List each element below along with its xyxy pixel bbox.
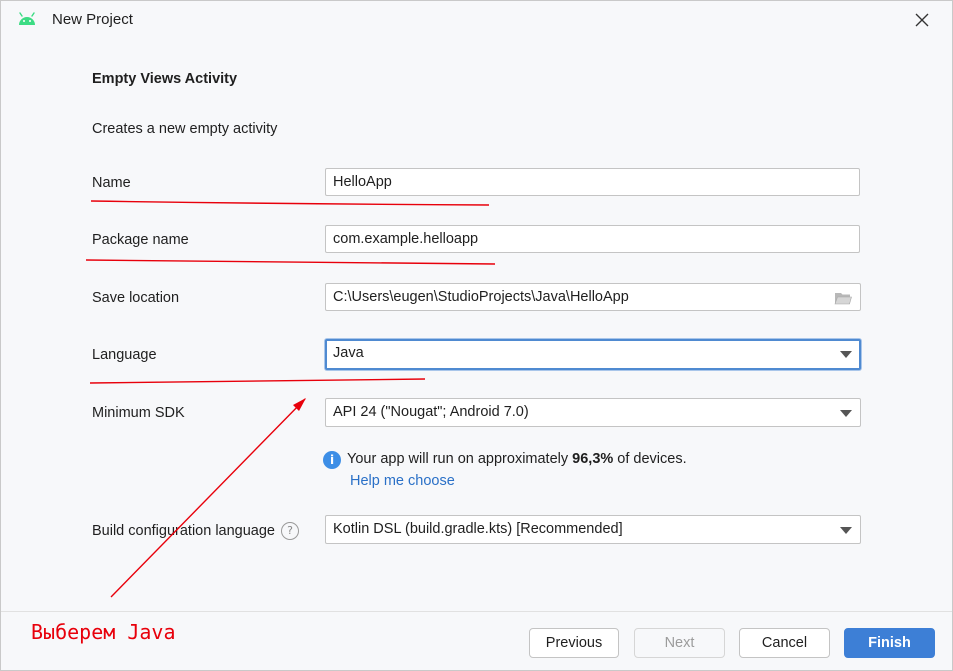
cancel-button[interactable]: Cancel xyxy=(739,628,830,658)
language-label: Language xyxy=(92,347,157,363)
name-label: Name xyxy=(92,175,131,191)
template-description: Creates a new empty activity xyxy=(92,121,278,137)
package-name-input[interactable] xyxy=(325,225,860,253)
android-icon xyxy=(19,12,35,25)
new-project-dialog: New Project Empty Views Activity Creates… xyxy=(0,0,953,671)
minimum-sdk-dropdown[interactable]: API 24 ("Nougat"; Android 7.0) xyxy=(325,398,861,427)
finish-button[interactable]: Finish xyxy=(844,628,935,658)
dialog-content: Empty Views Activity Creates a new empty… xyxy=(1,39,952,611)
chevron-down-icon xyxy=(840,527,852,534)
minimum-sdk-value: API 24 ("Nougat"; Android 7.0) xyxy=(333,404,529,420)
minimum-sdk-label: Minimum SDK xyxy=(92,405,185,421)
title-bar: New Project xyxy=(1,1,952,39)
previous-button[interactable]: Previous xyxy=(529,628,619,658)
save-location-field[interactable]: C:\Users\eugen\StudioProjects\Java\Hello… xyxy=(325,283,861,311)
close-icon xyxy=(915,13,929,27)
help-icon[interactable]: ? xyxy=(281,522,299,540)
build-config-label: Build configuration language? xyxy=(92,522,299,540)
annotation-text: Выберем Java xyxy=(31,620,176,644)
next-button[interactable]: Next xyxy=(634,628,725,658)
sdk-percent: 96,3% xyxy=(572,451,614,467)
template-heading: Empty Views Activity xyxy=(92,71,238,87)
build-config-dropdown[interactable]: Kotlin DSL (build.gradle.kts) [Recommend… xyxy=(325,515,861,544)
package-name-label: Package name xyxy=(92,232,189,248)
sdk-info-text: Your app will run on approximately 96,3%… xyxy=(347,451,687,467)
help-me-choose-link[interactable]: Help me choose xyxy=(350,473,455,489)
folder-icon[interactable] xyxy=(834,291,852,305)
chevron-down-icon xyxy=(840,410,852,417)
chevron-down-icon xyxy=(840,351,852,358)
save-location-label: Save location xyxy=(92,290,180,306)
language-value: Java xyxy=(333,345,364,361)
build-config-value: Kotlin DSL (build.gradle.kts) [Recommend… xyxy=(333,521,623,537)
language-dropdown[interactable]: Java xyxy=(325,339,861,370)
save-location-value: C:\Users\eugen\StudioProjects\Java\Hello… xyxy=(333,289,629,305)
window-title: New Project xyxy=(52,11,133,28)
info-icon: i xyxy=(323,451,341,469)
close-button[interactable] xyxy=(907,5,937,35)
name-input[interactable] xyxy=(325,168,860,196)
